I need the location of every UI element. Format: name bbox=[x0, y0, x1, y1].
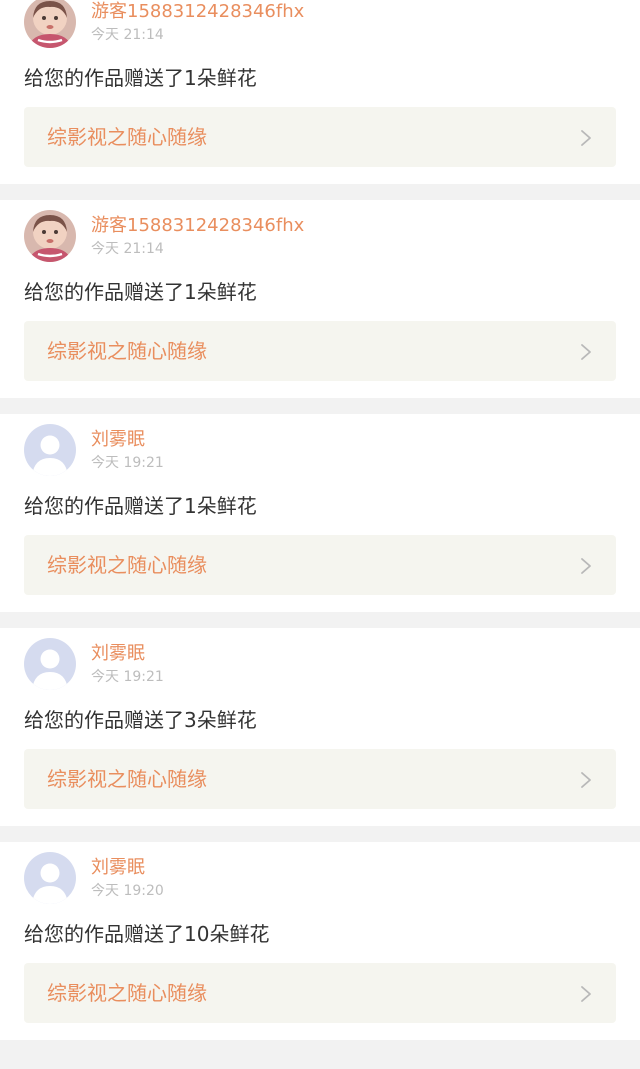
baby-photo-avatar[interactable] bbox=[24, 0, 76, 48]
work-link[interactable]: 综影视之随心随缘 bbox=[24, 963, 616, 1023]
gift-message: 给您的作品赠送了1朵鲜花 bbox=[24, 280, 257, 304]
work-title: 综影视之随心随缘 bbox=[47, 767, 207, 791]
work-link[interactable]: 综影视之随心随缘 bbox=[24, 749, 616, 809]
work-link[interactable]: 综影视之随心随缘 bbox=[24, 107, 616, 167]
username[interactable]: 刘雾眠 bbox=[91, 428, 145, 452]
notification-feed: 游客1588312428346fhx 今天 21:14 给您的作品赠送了1朵鲜花… bbox=[0, 0, 640, 1056]
timestamp: 今天 19:21 bbox=[91, 669, 164, 685]
work-link[interactable]: 综影视之随心随缘 bbox=[24, 321, 616, 381]
chevron-right-icon bbox=[580, 771, 592, 789]
notification-card: 刘雾眠 今天 19:21 给您的作品赠送了1朵鲜花 综影视之随心随缘 bbox=[0, 414, 640, 612]
timestamp: 今天 21:14 bbox=[91, 27, 164, 43]
notification-card: 游客1588312428346fhx 今天 21:14 给您的作品赠送了1朵鲜花… bbox=[0, 0, 640, 184]
gift-message: 给您的作品赠送了1朵鲜花 bbox=[24, 494, 257, 518]
default-user-avatar[interactable] bbox=[24, 638, 76, 690]
chevron-right-icon bbox=[580, 985, 592, 1003]
chevron-right-icon bbox=[580, 343, 592, 361]
chevron-right-icon bbox=[580, 129, 592, 147]
timestamp: 今天 19:20 bbox=[91, 883, 164, 899]
timestamp: 今天 19:21 bbox=[91, 455, 164, 471]
username[interactable]: 刘雾眠 bbox=[91, 856, 145, 880]
notification-card: 刘雾眠 今天 19:21 给您的作品赠送了3朵鲜花 综影视之随心随缘 bbox=[0, 628, 640, 826]
username[interactable]: 游客1588312428346fhx bbox=[91, 0, 304, 24]
notification-card: 刘雾眠 今天 19:20 给您的作品赠送了10朵鲜花 综影视之随心随缘 bbox=[0, 842, 640, 1040]
default-user-avatar[interactable] bbox=[24, 424, 76, 476]
gift-message: 给您的作品赠送了3朵鲜花 bbox=[24, 708, 257, 732]
work-title: 综影视之随心随缘 bbox=[47, 339, 207, 363]
work-title: 综影视之随心随缘 bbox=[47, 125, 207, 149]
work-title: 综影视之随心随缘 bbox=[47, 981, 207, 1005]
notification-card: 游客1588312428346fhx 今天 21:14 给您的作品赠送了1朵鲜花… bbox=[0, 200, 640, 398]
username[interactable]: 刘雾眠 bbox=[91, 642, 145, 666]
gift-message: 给您的作品赠送了10朵鲜花 bbox=[24, 922, 270, 946]
timestamp: 今天 21:14 bbox=[91, 241, 164, 257]
baby-photo-avatar[interactable] bbox=[24, 210, 76, 262]
work-title: 综影视之随心随缘 bbox=[47, 553, 207, 577]
default-user-avatar[interactable] bbox=[24, 852, 76, 904]
chevron-right-icon bbox=[580, 557, 592, 575]
gift-message: 给您的作品赠送了1朵鲜花 bbox=[24, 66, 257, 90]
username[interactable]: 游客1588312428346fhx bbox=[91, 214, 304, 238]
work-link[interactable]: 综影视之随心随缘 bbox=[24, 535, 616, 595]
